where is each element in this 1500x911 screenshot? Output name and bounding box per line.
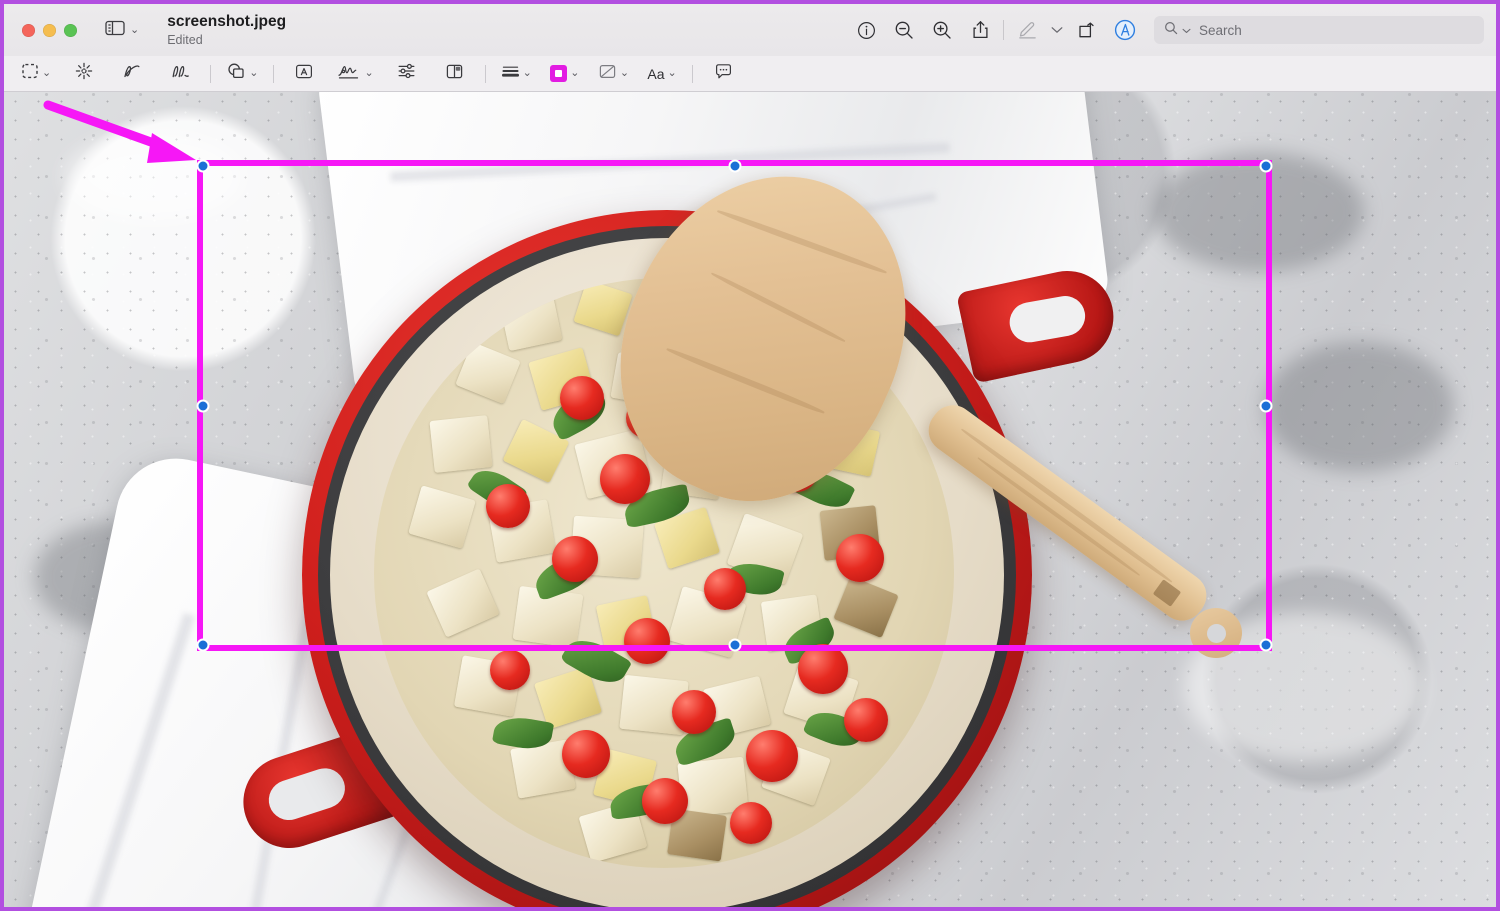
border-color-swatch-icon <box>550 65 568 82</box>
search-placeholder: Search <box>1199 22 1242 38</box>
cherry-tomato <box>730 802 772 844</box>
fill-color-tool[interactable]: ⌄ <box>595 61 632 87</box>
preview-window: ⌄ screenshot.jpeg Edited Search ⌄ ⌄ ⌄ ⌄ … <box>0 0 1500 911</box>
sliders-adjust-icon <box>397 62 416 85</box>
share-button[interactable] <box>961 13 999 47</box>
cherry-tomato <box>672 690 716 734</box>
markup-button[interactable] <box>1008 13 1046 47</box>
cherry-tomato <box>798 644 848 694</box>
markup-toolbar: ⌄ ⌄ ⌄ ⌄ ⌄ ⌄ Aa ⌄ <box>4 56 1496 92</box>
close-button[interactable] <box>22 23 35 37</box>
chevron-down-icon[interactable]: ⌄ <box>620 68 629 79</box>
sidebar-toggle-button[interactable]: ⌄ <box>105 20 139 41</box>
markup-selection-rectangle[interactable] <box>196 159 1273 652</box>
text-style-tool[interactable]: Aa ⌄ <box>644 61 680 87</box>
title-bar: ⌄ screenshot.jpeg Edited Search <box>4 4 1496 56</box>
adjust-color-tool[interactable] <box>389 61 425 87</box>
border-color-tool[interactable]: ⌄ <box>547 61 583 87</box>
search-chevron-down-icon[interactable] <box>1182 21 1191 39</box>
draw-tool[interactable] <box>162 61 198 87</box>
text-box-a-icon <box>294 63 314 85</box>
toolbar-divider <box>692 64 694 83</box>
handle-top-right[interactable] <box>1259 159 1273 173</box>
document-title-block: screenshot.jpeg Edited <box>167 13 286 47</box>
toolbar-right-group: Search <box>847 4 1496 56</box>
magic-wand-sparkle-icon <box>75 62 93 85</box>
search-input[interactable]: Search <box>1154 16 1484 44</box>
search-magnifier-icon <box>1164 21 1178 40</box>
chevron-down-icon[interactable]: ⌄ <box>668 68 677 79</box>
dashed-rect-select-icon <box>21 62 39 85</box>
instant-alpha-tool[interactable] <box>66 61 102 87</box>
sidebar-icon <box>105 20 125 41</box>
cherry-tomato <box>562 730 610 778</box>
handle-bottom-center[interactable] <box>728 638 741 652</box>
rotate-button[interactable] <box>1068 13 1106 47</box>
handle-middle-left[interactable] <box>196 399 210 412</box>
selection-tool[interactable]: ⌄ <box>18 61 54 87</box>
callout-arrow <box>43 100 196 163</box>
sketch-tool[interactable] <box>114 61 150 87</box>
document-status: Edited <box>167 32 203 47</box>
cherry-tomato <box>746 730 798 782</box>
fill-color-none-icon <box>598 63 617 85</box>
zoom-out-button[interactable] <box>885 13 923 47</box>
markup-options-button[interactable] <box>1046 13 1068 47</box>
cloth-fold <box>81 612 196 907</box>
handle-bottom-left[interactable] <box>196 638 210 652</box>
traffic-lights <box>22 23 77 37</box>
swatch-center <box>555 70 563 77</box>
surface-smudge <box>1264 342 1454 472</box>
chevron-down-icon[interactable]: ⌄ <box>570 68 579 79</box>
chevron-down-icon[interactable]: ⌄ <box>249 68 258 79</box>
adjust-size-tool[interactable] <box>437 61 473 87</box>
cherry-tomato <box>844 698 888 742</box>
toolbar-divider <box>273 64 275 83</box>
info-button[interactable] <box>847 13 885 47</box>
chevron-down-icon[interactable]: ⌄ <box>523 68 532 79</box>
annotate-note-tool[interactable] <box>705 61 741 87</box>
zoom-in-button[interactable] <box>923 13 961 47</box>
annotate-button[interactable] <box>1106 13 1144 47</box>
chevron-down-icon[interactable]: ⌄ <box>364 68 373 79</box>
toolbar-divider <box>1003 20 1004 40</box>
signature-icon <box>337 62 361 85</box>
chevron-down-icon[interactable]: ⌄ <box>42 68 51 79</box>
page-title: screenshot.jpeg <box>167 12 287 30</box>
shapes-tool[interactable]: ⌄ <box>223 61 261 87</box>
shapes-overlap-icon <box>226 62 246 85</box>
minimize-button[interactable] <box>43 23 56 37</box>
speech-bubble-ellipsis-icon <box>714 63 733 85</box>
handle-bottom-right[interactable] <box>1259 638 1273 652</box>
cherry-tomato <box>642 778 688 824</box>
chevron-down-icon: ⌄ <box>130 23 140 36</box>
adjust-size-frame-icon <box>445 63 464 85</box>
sign-tool[interactable]: ⌄ <box>334 61 376 87</box>
handle-middle-right[interactable] <box>1259 399 1273 412</box>
text-style-aa-icon: Aa <box>647 65 665 82</box>
pot-handle-hole <box>263 763 351 826</box>
text-tool[interactable] <box>286 61 322 87</box>
sketch-squiggle-icon <box>122 62 142 85</box>
toolbar-divider <box>484 64 486 83</box>
shape-style-lines-icon <box>501 63 520 84</box>
toolbar-divider <box>210 64 212 83</box>
draw-squiggle-icon <box>170 62 190 85</box>
maximize-button[interactable] <box>64 23 77 37</box>
cherry-tomato <box>490 650 530 690</box>
shape-style-tool[interactable]: ⌄ <box>498 61 535 87</box>
image-canvas[interactable] <box>4 92 1496 907</box>
handle-top-center[interactable] <box>728 159 741 173</box>
